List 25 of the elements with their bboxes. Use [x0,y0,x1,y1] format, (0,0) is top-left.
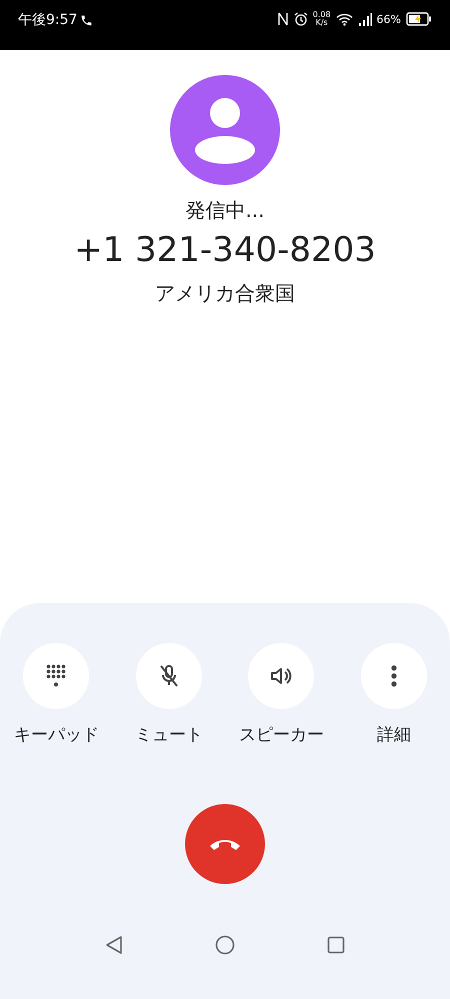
phone-number: +1 321-340-8203 [74,230,376,270]
network-speed: 0.08 [312,11,331,19]
status-time: 午後9:57 [18,11,78,29]
more-icon [390,665,397,687]
dialpad-icon [46,664,66,688]
action-label: スピーカー [238,724,324,746]
back-icon[interactable] [105,935,123,955]
alarm-icon [294,12,308,26]
battery-percent: 66% [376,12,401,26]
action-label: 詳細 [376,724,411,746]
action-label: ミュート [134,724,203,746]
home-icon[interactable] [215,935,235,955]
nfc-icon [276,12,289,26]
wifi-icon [336,12,353,26]
call-status: 発信中... [185,197,265,224]
call-location: アメリカ合衆国 [155,280,295,307]
recents-icon[interactable] [327,936,345,954]
mic-off-icon [158,664,180,688]
speaker-icon [270,666,292,686]
action-label: キーパッド [14,724,99,746]
phone-icon [80,14,94,26]
signal-icon [358,12,372,26]
speed-unit: K/s [316,19,328,27]
avatar-icon [170,75,280,185]
battery-charging-icon [406,12,432,26]
